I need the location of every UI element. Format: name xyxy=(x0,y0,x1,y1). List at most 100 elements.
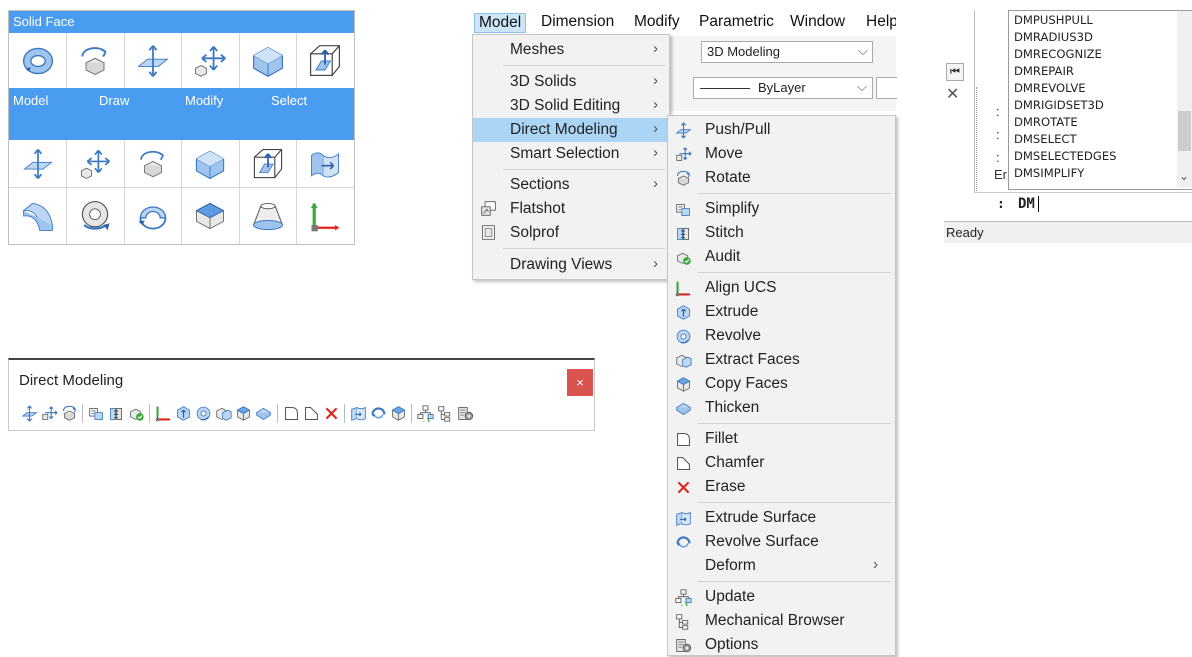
menu-item-revolve-surface[interactable]: Revolve Surface xyxy=(668,530,895,554)
quad-tab-select[interactable]: Select xyxy=(271,93,307,108)
workspace-select[interactable]: 3D Modeling ⌵ xyxy=(701,41,873,63)
menu-item-align-ucs[interactable]: Align UCS xyxy=(668,276,895,300)
quad-align-ucs-button[interactable] xyxy=(296,188,353,244)
menu-item-audit[interactable]: Audit xyxy=(668,245,895,269)
quad-copy-faces-button[interactable] xyxy=(181,188,238,244)
menu-item-fillet[interactable]: Fillet xyxy=(668,427,895,451)
menu-item-chamfer[interactable]: Chamfer xyxy=(668,451,895,475)
quad-extrude-button[interactable] xyxy=(296,33,353,89)
menu-model[interactable]: Model xyxy=(474,13,527,33)
linetype-select[interactable]: ByLayer ⌵ xyxy=(693,77,873,99)
menu-item-smart-selection[interactable]: Smart Selection › xyxy=(473,142,669,166)
autocomplete-item[interactable]: DMROTATE xyxy=(1014,115,1078,129)
toolbar-close-button[interactable]: × xyxy=(567,369,593,396)
scrollbar-thumb[interactable] xyxy=(1178,111,1191,151)
extrude-surface-icon[interactable] xyxy=(350,405,367,422)
extract-faces-icon[interactable] xyxy=(215,405,232,422)
menu-item-direct-modeling[interactable]: Direct Modeling › xyxy=(473,118,669,142)
menu-dimension[interactable]: Dimension xyxy=(541,13,614,31)
menu-item-update[interactable]: Update xyxy=(668,585,895,609)
autocomplete-item[interactable]: DMPUSHPULL xyxy=(1014,13,1093,27)
quad-tab-modify[interactable]: Modify xyxy=(185,93,223,108)
autocomplete-item[interactable]: DMRIGIDSET3D xyxy=(1014,98,1104,112)
push-pull-icon[interactable] xyxy=(21,405,38,422)
revolve-surface-icon[interactable] xyxy=(370,405,387,422)
quad-tab-draw[interactable]: Draw xyxy=(99,93,129,108)
quad-move-button[interactable] xyxy=(181,33,238,89)
quad-box-button[interactable] xyxy=(239,33,296,89)
quad-push-pull-button[interactable] xyxy=(124,33,181,89)
menu-item-copy-faces[interactable]: Copy Faces xyxy=(668,372,895,396)
autocomplete-scrollbar[interactable]: ⌄ xyxy=(1177,11,1192,187)
revolve-icon[interactable] xyxy=(195,405,212,422)
menu-item-extrude-surface[interactable]: Extrude Surface xyxy=(668,506,895,530)
menu-item-mechanical-browser[interactable]: Mechanical Browser xyxy=(668,609,895,633)
quad-move-button-2[interactable] xyxy=(66,140,123,187)
quad-revolve-surface-button[interactable] xyxy=(9,33,66,89)
menu-item-rotate[interactable]: Rotate xyxy=(668,166,895,190)
menu-item-move[interactable]: Move xyxy=(668,142,895,166)
quad-tab-model[interactable]: Model xyxy=(13,93,48,108)
autocomplete-item[interactable]: DMREVOLVE xyxy=(1014,81,1086,95)
menu-item-label: Chamfer xyxy=(705,454,765,471)
chevron-down-icon[interactable]: ⌄ xyxy=(1179,169,1189,183)
menu-item-extract-faces[interactable]: Extract Faces xyxy=(668,348,895,372)
options-icon[interactable] xyxy=(457,405,474,422)
fillet-icon[interactable] xyxy=(283,405,300,422)
menu-item-erase[interactable]: Erase xyxy=(668,475,895,499)
mechanical-browser-icon[interactable] xyxy=(437,405,454,422)
thicken-icon[interactable] xyxy=(255,405,272,422)
menu-item-sections[interactable]: Sections › xyxy=(473,173,669,197)
chamfer-icon[interactable] xyxy=(303,405,320,422)
menu-item-options[interactable]: Options xyxy=(668,633,895,657)
menu-help[interactable]: Help xyxy=(866,13,896,31)
autocomplete-item[interactable]: DMREPAIR xyxy=(1014,64,1074,78)
menu-item-push-pull[interactable]: Push/Pull xyxy=(668,118,895,142)
erase-icon[interactable] xyxy=(323,405,340,422)
menu-item-thicken[interactable]: Thicken xyxy=(668,396,895,420)
quad-box-button-2[interactable] xyxy=(181,140,238,187)
autocomplete-item[interactable]: DMRECOGNIZE xyxy=(1014,47,1102,61)
update-icon[interactable] xyxy=(417,405,434,422)
menu-item-solprof[interactable]: Solprof xyxy=(473,221,669,245)
menu-parametric[interactable]: Parametric xyxy=(699,13,774,31)
menu-item-deform[interactable]: Deform › xyxy=(668,554,895,578)
rotate-icon[interactable] xyxy=(61,405,78,422)
audit-icon[interactable] xyxy=(128,405,145,422)
quad-revolve-button[interactable] xyxy=(66,188,123,244)
first-page-button[interactable]: ⏮ xyxy=(946,63,964,81)
extrude-icon[interactable] xyxy=(175,405,192,422)
move-icon[interactable] xyxy=(41,405,58,422)
menu-item-simplify[interactable]: Simplify xyxy=(668,197,895,221)
command-input[interactable]: : DM xyxy=(974,192,1192,218)
quad-revolve-surface-button-2[interactable] xyxy=(124,188,181,244)
autocomplete-item[interactable]: DMRADIUS3D xyxy=(1014,30,1093,44)
menu-item-revolve[interactable]: Revolve xyxy=(668,324,895,348)
deform-icon[interactable] xyxy=(390,405,407,422)
quad-frustum-button[interactable] xyxy=(239,188,296,244)
menu-item-drawing-views[interactable]: Drawing Views › xyxy=(473,253,669,277)
lineweight-select[interactable] xyxy=(876,77,897,99)
autocomplete-item[interactable]: DMSELECTEDGES xyxy=(1014,149,1117,163)
copy-faces-icon[interactable] xyxy=(235,405,252,422)
quad-extrude-button-2[interactable] xyxy=(239,140,296,187)
menu-item-3d-solid-editing[interactable]: 3D Solid Editing › xyxy=(473,94,669,118)
quad-extrude-surface-button[interactable] xyxy=(296,140,353,187)
quad-rotate-button[interactable] xyxy=(66,33,123,89)
quad-rotate-button-2[interactable] xyxy=(124,140,181,187)
stitch-icon[interactable] xyxy=(108,405,125,422)
autocomplete-item[interactable]: DMSELECT xyxy=(1014,132,1077,146)
menu-item-extrude[interactable]: Extrude xyxy=(668,300,895,324)
menu-item-3d-solids[interactable]: 3D Solids › xyxy=(473,70,669,94)
menu-window[interactable]: Window xyxy=(790,13,845,31)
quad-thicken-button[interactable] xyxy=(9,188,66,244)
menu-modify[interactable]: Modify xyxy=(634,13,680,31)
quad-push-pull-button-2[interactable] xyxy=(9,140,66,187)
menu-item-stitch[interactable]: Stitch xyxy=(668,221,895,245)
close-icon[interactable]: ✕ xyxy=(946,84,959,104)
autocomplete-item[interactable]: DMSIMPLIFY xyxy=(1014,166,1084,180)
menu-item-flatshot[interactable]: Flatshot xyxy=(473,197,669,221)
simplify-icon[interactable] xyxy=(88,405,105,422)
align-ucs-icon[interactable] xyxy=(155,405,172,422)
menu-item-meshes[interactable]: Meshes › xyxy=(473,38,669,62)
